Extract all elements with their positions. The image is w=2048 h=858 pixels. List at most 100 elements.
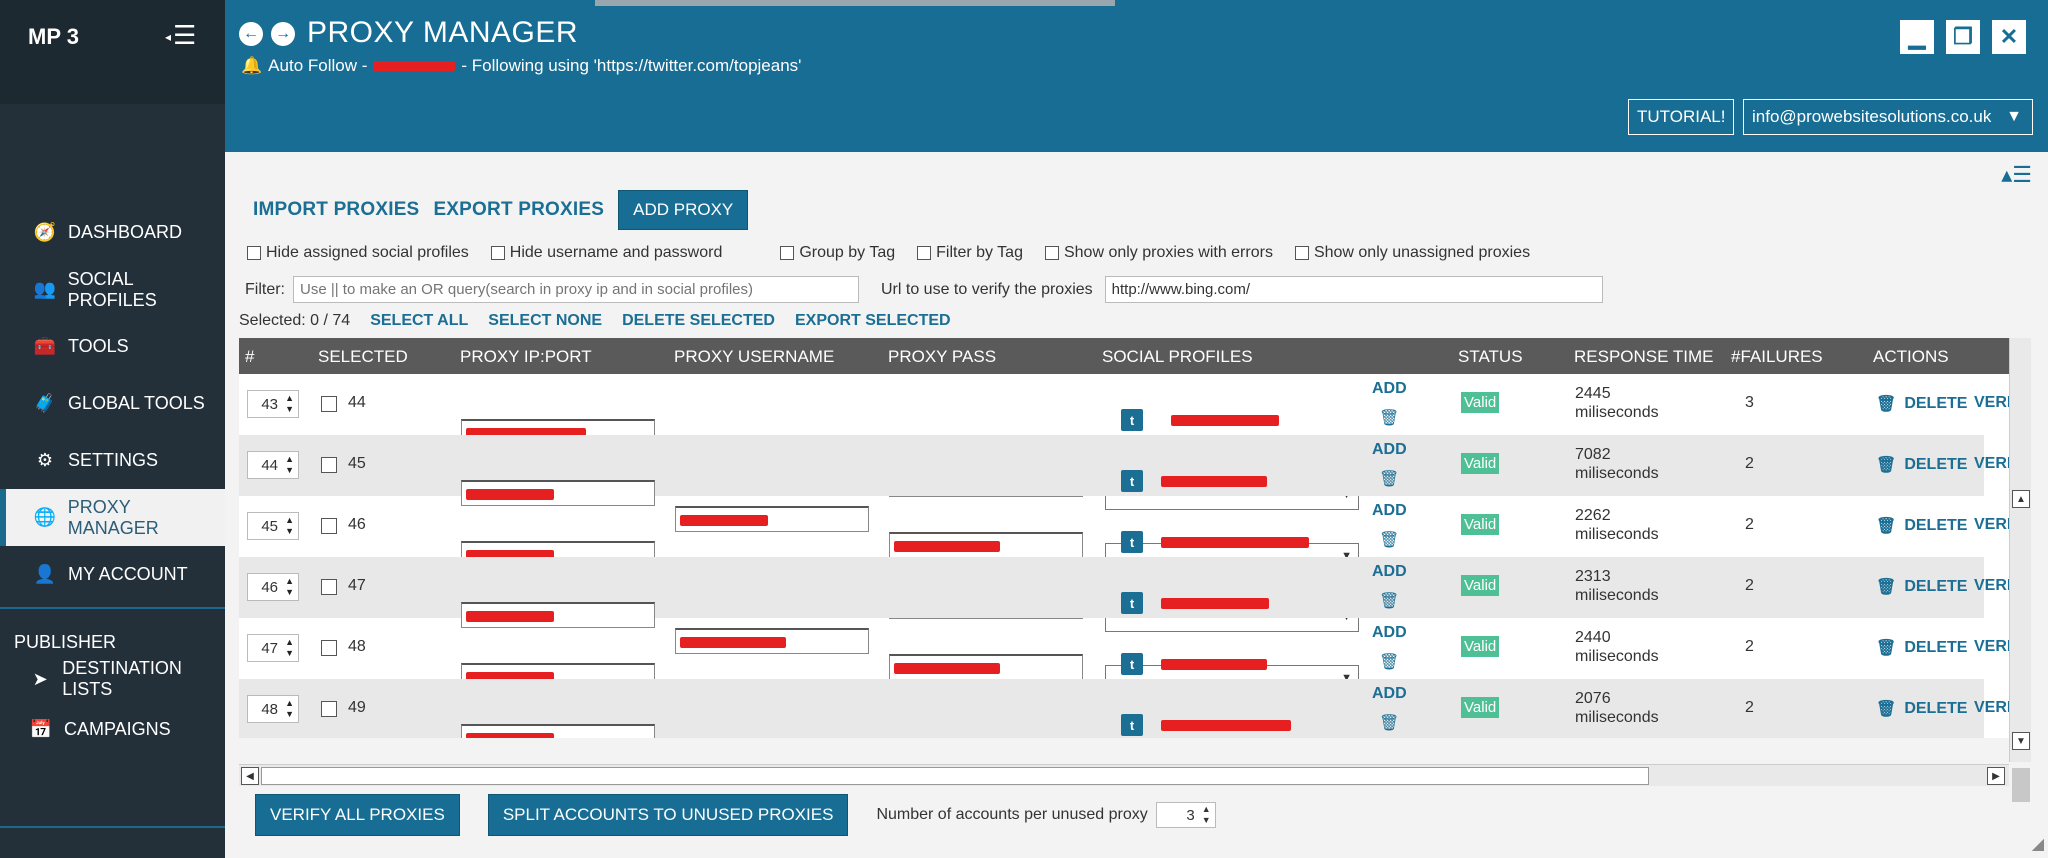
stepper-arrows-icon[interactable]: ▲ ▼	[285, 454, 294, 476]
table-vertical-scrollbar[interactable]: ▲ ▼	[2009, 338, 2031, 802]
col-header-selected[interactable]: SELECTED	[318, 347, 408, 367]
sidebar-item-destination-lists[interactable]: ➤ DESTINATION LISTS	[0, 657, 225, 701]
add-profile-button[interactable]: ADD	[1372, 380, 1407, 398]
order-stepper[interactable]: 43 ▲ ▼	[247, 390, 299, 418]
import-proxies-button[interactable]: IMPORT PROXIES	[253, 199, 419, 221]
trash-icon[interactable]: 🗑	[1379, 530, 1399, 550]
stepper-arrows-icon[interactable]: ▲ ▼	[285, 576, 294, 598]
row-select-checkbox[interactable]	[321, 701, 337, 717]
col-header-failures[interactable]: #FAILURES	[1731, 347, 1823, 367]
checkbox-box[interactable]	[780, 246, 795, 260]
verify-proxy-button[interactable]: VERI	[1974, 699, 2009, 717]
hide-assigned-checkbox[interactable]: Hide assigned social profiles	[247, 244, 469, 262]
col-header-actions[interactable]: ACTIONS	[1873, 347, 1949, 367]
checkbox-box[interactable]	[917, 246, 932, 260]
delete-proxy-button[interactable]: 🗑 DELETE	[1876, 455, 1967, 475]
add-profile-button[interactable]: ADD	[1372, 624, 1407, 642]
row-select-checkbox[interactable]	[321, 457, 337, 473]
stepper-arrows-icon[interactable]: ▲ ▼	[285, 698, 294, 720]
col-header-proxy-ip[interactable]: PROXY IP:PORT	[460, 347, 592, 367]
order-stepper[interactable]: 45 ▲ ▼	[247, 512, 299, 540]
delete-proxy-button[interactable]: 🗑 DELETE	[1876, 577, 1967, 597]
close-icon[interactable]: ✕	[1992, 20, 2026, 54]
group-by-tag-checkbox[interactable]: Group by Tag	[780, 244, 895, 262]
export-proxies-button[interactable]: EXPORT PROXIES	[433, 199, 604, 221]
trash-icon[interactable]: 🗑	[1379, 408, 1399, 428]
add-profile-button[interactable]: ADD	[1372, 685, 1407, 703]
scroll-left-icon[interactable]: ◀	[241, 767, 259, 785]
sidebar-item-tools[interactable]: 🧰 TOOLS	[0, 318, 225, 375]
only-unassigned-checkbox[interactable]: Show only unassigned proxies	[1294, 244, 1530, 262]
export-selected-button[interactable]: EXPORT SELECTED	[795, 312, 951, 330]
delete-proxy-button[interactable]: 🗑 DELETE	[1876, 638, 1967, 658]
accounts-per-proxy-stepper[interactable]: 3 ▲ ▼	[1155, 802, 1216, 828]
proxy-ip-field[interactable]	[461, 724, 655, 738]
select-all-button[interactable]: SELECT ALL	[370, 312, 468, 330]
checkbox-box[interactable]	[247, 246, 261, 260]
trash-icon[interactable]: 🗑	[1379, 713, 1399, 733]
delete-proxy-button[interactable]: 🗑 DELETE	[1876, 394, 1967, 414]
stepper-arrows-icon[interactable]: ▲ ▼	[285, 515, 294, 537]
verify-proxy-button[interactable]: VERI	[1974, 577, 2009, 595]
trash-icon[interactable]: 🗑	[1379, 652, 1399, 672]
verify-proxy-button[interactable]: VERI	[1974, 455, 2009, 473]
row-select-checkbox[interactable]	[321, 518, 337, 534]
restore-icon[interactable]: ❐	[1946, 20, 1980, 54]
stepper-arrows-icon[interactable]: ▲ ▼	[1202, 804, 1211, 826]
back-arrow-icon[interactable]: ←	[239, 22, 263, 46]
row-select-checkbox[interactable]	[321, 396, 337, 412]
col-header-response[interactable]: RESPONSE TIME	[1574, 347, 1714, 367]
scroll-up-icon[interactable]: ▲	[2012, 490, 2030, 508]
trash-icon[interactable]: 🗑	[1379, 591, 1399, 611]
checkbox-box[interactable]	[1044, 246, 1059, 260]
minimize-icon[interactable]: ▁	[1900, 20, 1934, 54]
sidebar-item-settings[interactable]: ⚙ SETTINGS	[0, 432, 225, 489]
select-none-button[interactable]: SELECT NONE	[488, 312, 602, 330]
order-stepper[interactable]: 47 ▲ ▼	[247, 634, 299, 662]
scroll-thumb[interactable]	[2012, 768, 2030, 802]
row-select-checkbox[interactable]	[321, 579, 337, 595]
add-profile-button[interactable]: ADD	[1372, 563, 1407, 581]
split-accounts-button[interactable]: SPLIT ACCOUNTS TO UNUSED PROXIES	[487, 794, 849, 836]
verify-proxy-button[interactable]: VERI	[1974, 638, 2009, 656]
col-header-social-profiles[interactable]: SOCIAL PROFILES	[1102, 347, 1253, 367]
add-profile-button[interactable]: ADD	[1372, 441, 1407, 459]
resize-grip-icon[interactable]: ◢	[2032, 834, 2044, 854]
panel-menu-icon[interactable]: ▴☰	[2001, 162, 2032, 188]
sidebar-item-global-tools[interactable]: 🧳 GLOBAL TOOLS	[0, 375, 225, 432]
order-stepper[interactable]: 48 ▲ ▼	[247, 695, 299, 723]
scroll-thumb[interactable]	[261, 767, 1649, 785]
verify-url-input[interactable]	[1104, 276, 1603, 303]
delete-selected-button[interactable]: DELETE SELECTED	[622, 312, 775, 330]
hide-credentials-checkbox[interactable]: Hide username and password	[490, 244, 722, 262]
verify-all-button[interactable]: VERIFY ALL PROXIES	[255, 794, 460, 836]
only-errors-checkbox[interactable]: Show only proxies with errors	[1044, 244, 1273, 262]
filter-input[interactable]	[293, 276, 859, 303]
account-dropdown[interactable]: info@prowebsitesolutions.co.uk ▼	[1743, 99, 2033, 135]
forward-arrow-icon[interactable]: →	[271, 22, 295, 46]
checkbox-box[interactable]	[1294, 246, 1309, 260]
add-profile-button[interactable]: ADD	[1372, 502, 1407, 520]
col-header-status[interactable]: STATUS	[1458, 347, 1523, 367]
add-proxy-button[interactable]: ADD PROXY	[618, 190, 749, 230]
trash-icon[interactable]: 🗑	[1379, 469, 1399, 489]
delete-proxy-button[interactable]: 🗑 DELETE	[1876, 699, 1967, 719]
checkbox-box[interactable]	[490, 246, 505, 260]
sidebar-item-dashboard[interactable]: 🧭 DASHBOARD	[0, 204, 225, 261]
order-stepper[interactable]: 46 ▲ ▼	[247, 573, 299, 601]
col-header-pass[interactable]: PROXY PASS	[888, 347, 996, 367]
sidebar-item-campaigns[interactable]: 📅 CAMPAIGNS	[0, 701, 225, 758]
sidebar-item-proxy-manager[interactable]: 🌐 PROXY MANAGER	[0, 489, 225, 546]
scroll-down-icon[interactable]: ▼	[2012, 732, 2030, 750]
menu-toggle-icon[interactable]: ◂☰	[165, 22, 196, 50]
col-header-order[interactable]: #	[245, 347, 254, 367]
table-horizontal-scrollbar[interactable]: ◀ ▶	[239, 764, 2009, 786]
delete-proxy-button[interactable]: 🗑 DELETE	[1876, 516, 1967, 536]
col-header-username[interactable]: PROXY USERNAME	[674, 347, 834, 367]
stepper-arrows-icon[interactable]: ▲ ▼	[285, 637, 294, 659]
filter-by-tag-checkbox[interactable]: Filter by Tag	[917, 244, 1023, 262]
sidebar-item-social-profiles[interactable]: 👥 SOCIAL PROFILES	[0, 261, 225, 318]
scroll-right-icon[interactable]: ▶	[1987, 767, 2005, 785]
order-stepper[interactable]: 44 ▲ ▼	[247, 451, 299, 479]
stepper-arrows-icon[interactable]: ▲ ▼	[285, 393, 294, 415]
